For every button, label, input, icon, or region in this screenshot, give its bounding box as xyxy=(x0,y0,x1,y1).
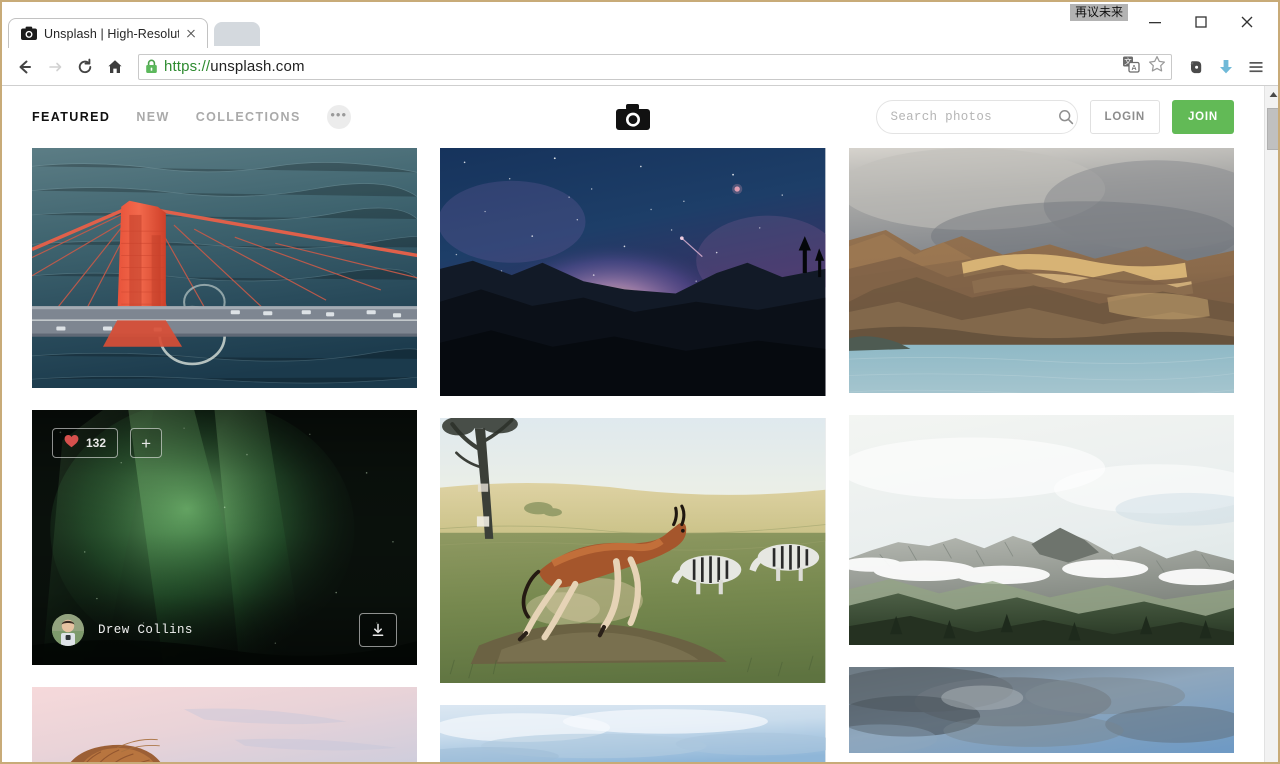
url-text: https://unsplash.com xyxy=(164,58,305,75)
star-icon[interactable] xyxy=(1147,54,1167,79)
like-button[interactable]: 132 xyxy=(52,428,119,458)
photo-grid: 132 + Drew Collins xyxy=(2,148,1264,762)
photo-artwork xyxy=(440,418,826,683)
tab-title: Unsplash | High-Resolut xyxy=(44,26,179,41)
photo-blue-cloudy-sky[interactable] xyxy=(440,705,826,762)
photo-artwork xyxy=(32,148,418,388)
nav-item-new[interactable]: NEW xyxy=(136,110,169,124)
photo-artwork xyxy=(848,415,1234,645)
site-header: FEATURED NEW COLLECTIONS ••• Search phot… xyxy=(2,86,1264,148)
browser-toolbar: https://unsplash.com 文 A xyxy=(2,48,1278,86)
photo-hover-overlay: 132 + Drew Collins xyxy=(32,410,418,665)
nav-item-featured[interactable]: FEATURED xyxy=(32,110,110,124)
photo-artwork xyxy=(440,705,826,762)
lock-icon xyxy=(145,59,158,74)
photo-golden-mountains-lake[interactable] xyxy=(848,148,1234,393)
photo-misty-mountain-range[interactable] xyxy=(848,415,1234,645)
search-icon[interactable] xyxy=(1058,109,1074,125)
back-arrow-icon[interactable] xyxy=(10,52,40,82)
download-photo-button[interactable] xyxy=(359,613,398,647)
maximize-icon[interactable] xyxy=(1178,8,1224,36)
login-button[interactable]: LOGIN xyxy=(1089,100,1160,134)
scrollbar-up-arrow[interactable] xyxy=(1265,86,1278,103)
photo-pink-sky-portrait[interactable] xyxy=(32,687,418,762)
camera-logo-icon[interactable] xyxy=(613,97,653,137)
grid-column-1: 132 + Drew Collins xyxy=(32,148,418,762)
grid-column-2 xyxy=(440,148,826,762)
photo-hartebeest-savanna[interactable] xyxy=(440,418,826,683)
window-caption-badge: 再议未来 xyxy=(1070,4,1129,21)
translate-icon[interactable]: 文 A xyxy=(1121,54,1141,79)
heart-icon xyxy=(64,434,79,453)
home-icon[interactable] xyxy=(100,52,130,82)
photo-golden-gate-bridge[interactable] xyxy=(32,148,418,388)
window-controls xyxy=(1132,8,1270,36)
user-avatar[interactable] xyxy=(52,614,84,646)
photo-artwork xyxy=(848,667,1234,753)
browser-tab[interactable]: Unsplash | High-Resolut xyxy=(8,18,208,48)
new-tab-button[interactable] xyxy=(214,22,260,46)
photo-author-name[interactable]: Drew Collins xyxy=(98,623,193,637)
join-button[interactable]: JOIN xyxy=(1171,100,1234,134)
forward-arrow-icon[interactable] xyxy=(40,52,70,82)
photo-artwork xyxy=(440,148,826,396)
download-icon[interactable] xyxy=(1212,53,1240,81)
tab-close-icon[interactable] xyxy=(183,26,199,42)
url-separator: :// xyxy=(197,58,211,75)
page-scrollbar[interactable] xyxy=(1264,86,1278,762)
scrollbar-thumb[interactable] xyxy=(1267,108,1278,150)
url-scheme: https xyxy=(164,58,198,75)
photo-artwork xyxy=(32,687,418,762)
extension-icons xyxy=(1182,53,1270,81)
reload-icon[interactable] xyxy=(70,52,100,82)
photo-milky-way-mountains[interactable] xyxy=(440,148,826,396)
window-close-icon[interactable] xyxy=(1224,8,1270,36)
browser-titlebar: Unsplash | High-Resolut 再议未来 xyxy=(2,2,1278,48)
minimize-icon[interactable] xyxy=(1132,8,1178,36)
svg-text:A: A xyxy=(1132,64,1137,72)
address-bar[interactable]: https://unsplash.com 文 A xyxy=(138,53,1172,80)
unsplash-page: FEATURED NEW COLLECTIONS ••• Search phot… xyxy=(2,86,1264,762)
tab-strip: Unsplash | High-Resolut xyxy=(8,14,260,48)
omnibox-actions: 文 A xyxy=(1121,55,1167,79)
menu-icon[interactable] xyxy=(1242,53,1270,81)
header-actions: LOGIN JOIN xyxy=(875,100,1234,134)
nav-more-button[interactable]: ••• xyxy=(326,105,351,129)
search-box[interactable] xyxy=(875,100,1078,134)
add-to-collection-button[interactable]: + xyxy=(130,428,163,458)
photo-artwork xyxy=(848,148,1234,393)
overlay-top-actions: 132 + xyxy=(52,428,163,458)
photo-aurora-borealis[interactable]: 132 + Drew Collins xyxy=(32,410,418,665)
browser-window: Unsplash | High-Resolut 再议未来 https://uns… xyxy=(0,0,1280,764)
site-navigation: FEATURED NEW COLLECTIONS ••• xyxy=(32,105,351,129)
nav-item-collections[interactable]: COLLECTIONS xyxy=(196,110,301,124)
url-host: unsplash.com xyxy=(210,58,305,75)
overlay-bottom-bar: Drew Collins xyxy=(52,613,398,647)
like-count: 132 xyxy=(86,436,107,450)
search-input[interactable] xyxy=(890,110,1058,124)
evernote-icon[interactable] xyxy=(1182,53,1210,81)
photo-dark-storm-clouds[interactable] xyxy=(848,667,1234,753)
grid-column-3 xyxy=(848,148,1234,762)
page-viewport: FEATURED NEW COLLECTIONS ••• Search phot… xyxy=(2,86,1278,762)
camera-icon xyxy=(21,26,37,42)
